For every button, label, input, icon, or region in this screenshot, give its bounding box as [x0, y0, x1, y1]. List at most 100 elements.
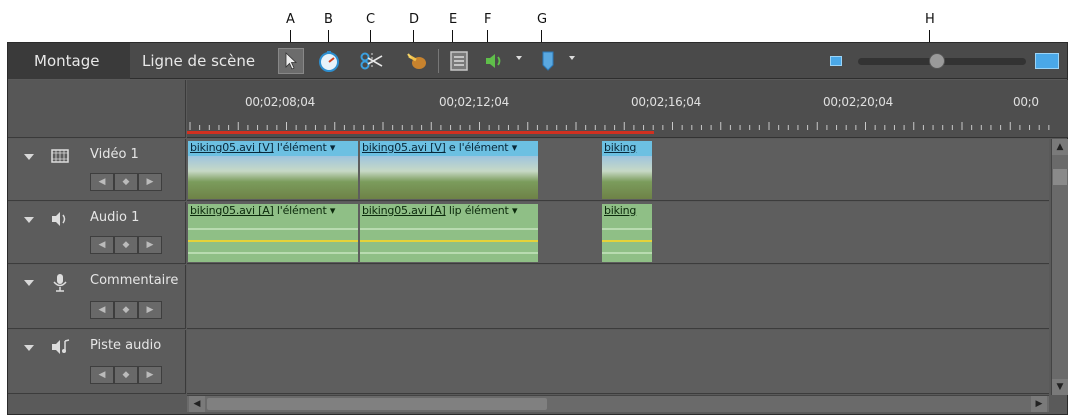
track-body-video[interactable]: biking05.avi [V] l'élément ▾ biking05.av…: [187, 139, 1049, 201]
previous-keyframe-button[interactable]: ◀: [90, 236, 114, 254]
timecode-label: 00;02;20;04: [823, 95, 893, 109]
track-header-soundtrack: Piste audio ◀ ◆ ▶: [8, 330, 186, 394]
selection-tool-button[interactable]: [278, 48, 304, 74]
callout-letter: A: [286, 12, 295, 27]
marker-dropdown-icon[interactable]: [569, 56, 575, 60]
work-area-bar[interactable]: [187, 131, 654, 134]
track-header-video: Vidéo 1 ◀ ◆ ▶: [8, 139, 186, 201]
scroll-left-arrow-icon[interactable]: ◀: [189, 396, 205, 412]
track-name: Audio 1: [90, 210, 140, 225]
stopwatch-icon: [319, 51, 339, 72]
next-keyframe-button[interactable]: ▶: [138, 173, 162, 191]
keyframe-controls: ◀ ◆ ▶: [90, 173, 162, 191]
marker-tool-button[interactable]: [535, 48, 561, 74]
zoom-out-button[interactable]: [823, 48, 849, 74]
previous-keyframe-button[interactable]: ◀: [90, 366, 114, 384]
track-header-narration: Commentaire ◀ ◆ ▶: [8, 265, 186, 329]
clip-name: biking: [604, 204, 637, 217]
zoom-slider-thumb[interactable]: [928, 53, 945, 69]
collapse-triangle-icon[interactable]: [24, 280, 34, 286]
time-ruler[interactable]: 00;02;08;04 00;02;12;04 00;02;16;04 00;0…: [187, 80, 1068, 138]
clip-menu[interactable]: l'élément ▾: [277, 204, 335, 217]
collapse-triangle-icon[interactable]: [24, 217, 34, 223]
clip-name: biking05.avi [A]: [362, 204, 446, 217]
callout-letter: G: [537, 12, 548, 27]
audio-dropdown-icon[interactable]: [516, 56, 522, 60]
music-speaker-icon: [52, 339, 70, 354]
timeline-panel: Montage Ligne de scène 00;02;08;04 00;02…: [7, 42, 1068, 415]
list-icon: [450, 51, 468, 71]
zoom-out-icon: [830, 56, 842, 66]
clip-name: biking: [604, 141, 637, 154]
keyframe-controls: ◀ ◆ ▶: [90, 236, 162, 254]
previous-keyframe-button[interactable]: ◀: [90, 301, 114, 319]
audio-clip[interactable]: biking05.avi [A] l'élément ▾: [188, 204, 358, 262]
clip-thumbnails: [188, 156, 358, 199]
clip-thumbnails: [602, 156, 652, 199]
smart-trim-tool-button[interactable]: [404, 48, 430, 74]
clip-menu[interactable]: l'élément ▾: [277, 141, 335, 154]
ruler-ticks: [189, 122, 1050, 130]
track-body-narration[interactable]: [187, 265, 1049, 329]
collapse-triangle-icon[interactable]: [24, 154, 34, 160]
callout-letter: C: [366, 12, 376, 27]
previous-keyframe-button[interactable]: ◀: [90, 173, 114, 191]
collapse-triangle-icon[interactable]: [24, 345, 34, 351]
microphone-icon: [53, 274, 67, 292]
zoom-in-button[interactable]: [1032, 48, 1062, 74]
track-name: Piste audio: [90, 338, 162, 353]
callout-letter: E: [449, 12, 458, 27]
scroll-thumb[interactable]: [1053, 169, 1067, 185]
scroll-up-arrow-icon[interactable]: ▲: [1052, 139, 1068, 155]
timecode-label: 00;02;12;04: [439, 95, 509, 109]
audio-tool-button[interactable]: [482, 48, 508, 74]
speaker-icon: [52, 212, 66, 226]
properties-button[interactable]: [446, 48, 472, 74]
clip-name: biking05.avi [V]: [190, 141, 274, 154]
horizontal-scrollbar[interactable]: ◀ ▶: [187, 395, 1049, 412]
smart-trim-icon: [407, 53, 426, 69]
time-stretch-tool-button[interactable]: [316, 48, 342, 74]
add-keyframe-button[interactable]: ◆: [114, 301, 138, 319]
next-keyframe-button[interactable]: ▶: [138, 236, 162, 254]
scroll-right-arrow-icon[interactable]: ▶: [1031, 396, 1047, 412]
audio-clip[interactable]: biking05.avi [A] lip élément ▾: [360, 204, 538, 262]
track-name: Vidéo 1: [90, 147, 139, 162]
ruler-header: [8, 80, 186, 138]
video-clip[interactable]: biking05.avi [V] l'élément ▾: [188, 141, 358, 199]
video-clip[interactable]: biking05.avi [V] e l'élément ▾: [360, 141, 538, 199]
scroll-thumb[interactable]: [207, 398, 547, 410]
keyframe-controls: ◀ ◆ ▶: [90, 366, 162, 384]
timecode-label: 00;0: [1013, 95, 1039, 109]
film-icon: [51, 149, 69, 163]
speaker-icon: [486, 54, 501, 68]
clip-menu[interactable]: lip élément ▾: [449, 204, 518, 217]
track-name: Commentaire: [90, 273, 179, 288]
callout-letter: H: [925, 12, 935, 27]
tab-montage[interactable]: Montage: [8, 43, 130, 79]
clip-name: biking05.avi [A]: [190, 204, 274, 217]
video-clip[interactable]: biking: [602, 141, 652, 199]
vertical-scrollbar[interactable]: ▲ ▼: [1051, 139, 1068, 395]
zoom-in-icon: [1035, 53, 1059, 69]
callout-letter: D: [409, 12, 420, 27]
scroll-down-arrow-icon[interactable]: ▼: [1052, 379, 1068, 395]
tab-scene-line[interactable]: Ligne de scène: [132, 43, 265, 79]
track-body-audio[interactable]: biking05.avi [A] l'élément ▾ biking05.av…: [187, 202, 1049, 264]
arrow-cursor-icon: [285, 52, 298, 70]
add-keyframe-button[interactable]: ◆: [114, 236, 138, 254]
timecode-label: 00;02;08;04: [245, 95, 315, 109]
scissors-icon: [360, 52, 383, 70]
next-keyframe-button[interactable]: ▶: [138, 301, 162, 319]
add-keyframe-button[interactable]: ◆: [114, 366, 138, 384]
track-body-soundtrack[interactable]: [187, 330, 1049, 394]
marker-icon: [542, 51, 554, 71]
track-header-audio: Audio 1 ◀ ◆ ▶: [8, 202, 186, 264]
timecode-label: 00;02;16;04: [631, 95, 701, 109]
next-keyframe-button[interactable]: ▶: [138, 366, 162, 384]
add-keyframe-button[interactable]: ◆: [114, 173, 138, 191]
clip-menu[interactable]: e l'élément ▾: [449, 141, 517, 154]
audio-clip[interactable]: biking: [602, 204, 652, 262]
split-tool-button[interactable]: [359, 48, 385, 74]
timeline-toolbar: Montage Ligne de scène: [8, 43, 1067, 79]
